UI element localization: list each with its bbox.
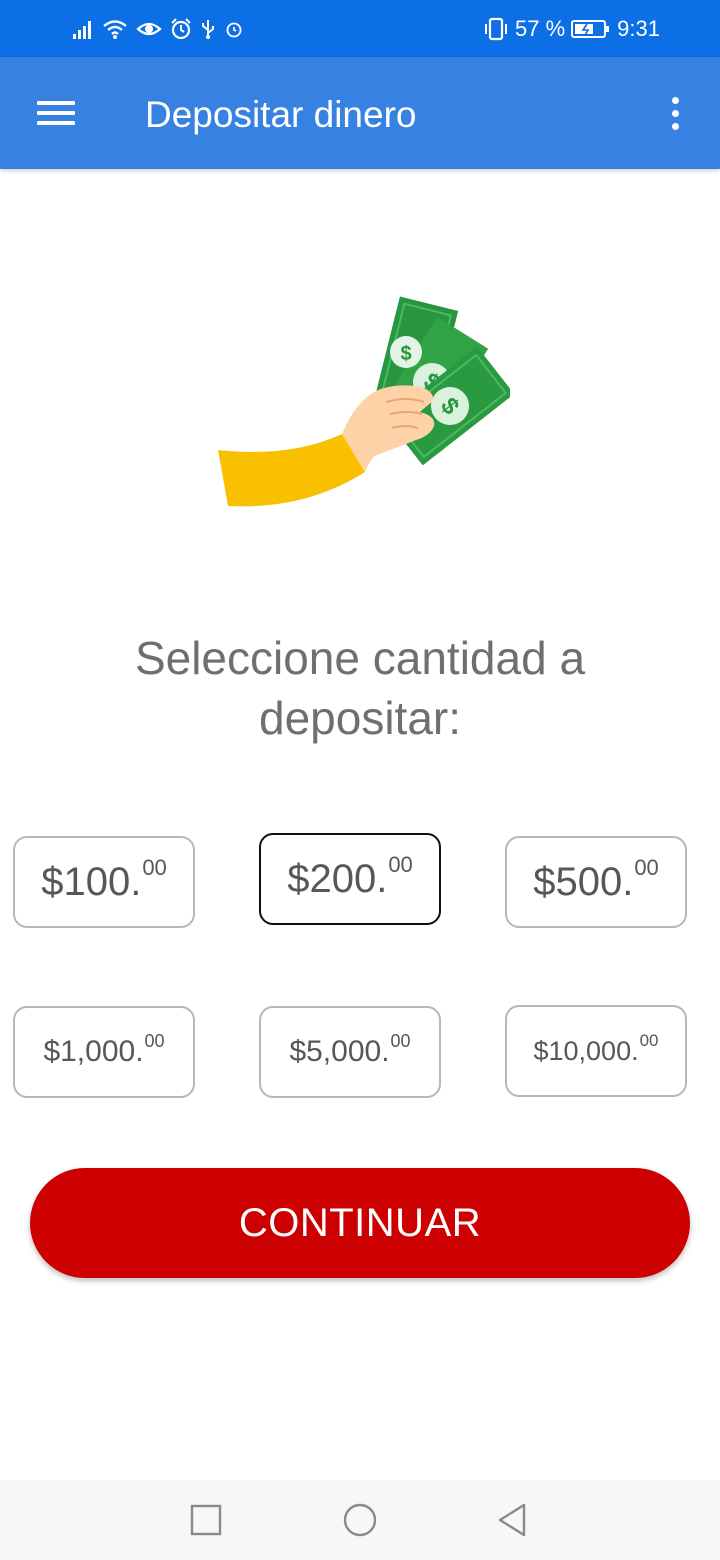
amount-cents: 00: [639, 1031, 659, 1050]
continue-button[interactable]: CONTINUAR: [30, 1168, 690, 1278]
alarm-icon: [171, 18, 191, 40]
amount-option-10000[interactable]: $10,000. 00: [505, 1005, 687, 1097]
amount-cents: 00: [142, 855, 167, 880]
amount-option-5000[interactable]: $5,000. 00: [259, 1006, 441, 1098]
amount-option-500[interactable]: $500. 00: [505, 836, 687, 928]
amount-value: $1,000.: [43, 1035, 144, 1068]
svg-text:$: $: [400, 343, 411, 365]
amount-cents: 00: [388, 852, 413, 877]
home-icon[interactable]: [340, 1500, 380, 1540]
page-title: Depositar dinero: [145, 94, 417, 135]
amount-value: $5,000.: [289, 1035, 390, 1068]
alarm-small-icon: [226, 22, 242, 38]
eye-icon: [136, 22, 162, 36]
app-bar: Depositar dinero: [0, 57, 720, 169]
battery-icon: [571, 20, 610, 38]
amount-cents: 00: [634, 855, 659, 880]
amount-value: $500.: [533, 859, 634, 904]
signal-icon: [73, 21, 91, 39]
amount-option-200[interactable]: $200. 00: [259, 833, 441, 925]
vibrate-icon: [485, 17, 508, 41]
battery-percent: 57 %: [515, 16, 566, 41]
back-icon[interactable]: [492, 1500, 532, 1540]
screen: 57 % 9:31 Depositar dinero $ $ Seleccion…: [0, 0, 720, 1560]
select-amount-prompt: Seleccione cantidad a depositar:: [134, 632, 586, 744]
usb-icon: [202, 20, 214, 39]
amount-cents: 00: [144, 1030, 165, 1051]
clock: 9:31: [617, 16, 660, 41]
status-bar: 57 % 9:31: [0, 0, 720, 57]
menu-icon[interactable]: [28, 93, 84, 133]
amount-value: $200.: [287, 856, 388, 901]
amount-cents: 00: [390, 1030, 411, 1051]
system-nav-bar: [0, 1480, 720, 1560]
amount-value: $100.: [41, 859, 142, 904]
amount-value: $10,000.: [533, 1035, 639, 1066]
amount-option-100[interactable]: $100. 00: [13, 836, 195, 928]
status-icons-left: [72, 14, 244, 44]
recent-apps-icon[interactable]: [186, 1500, 226, 1540]
hand-holding-money-icon: $ $ $: [218, 296, 510, 507]
status-icons-right: 57 % 9:31: [483, 14, 660, 44]
amount-option-1000[interactable]: $1,000. 00: [13, 1006, 195, 1098]
wifi-icon: [103, 20, 127, 39]
more-options-icon[interactable]: [658, 93, 694, 137]
